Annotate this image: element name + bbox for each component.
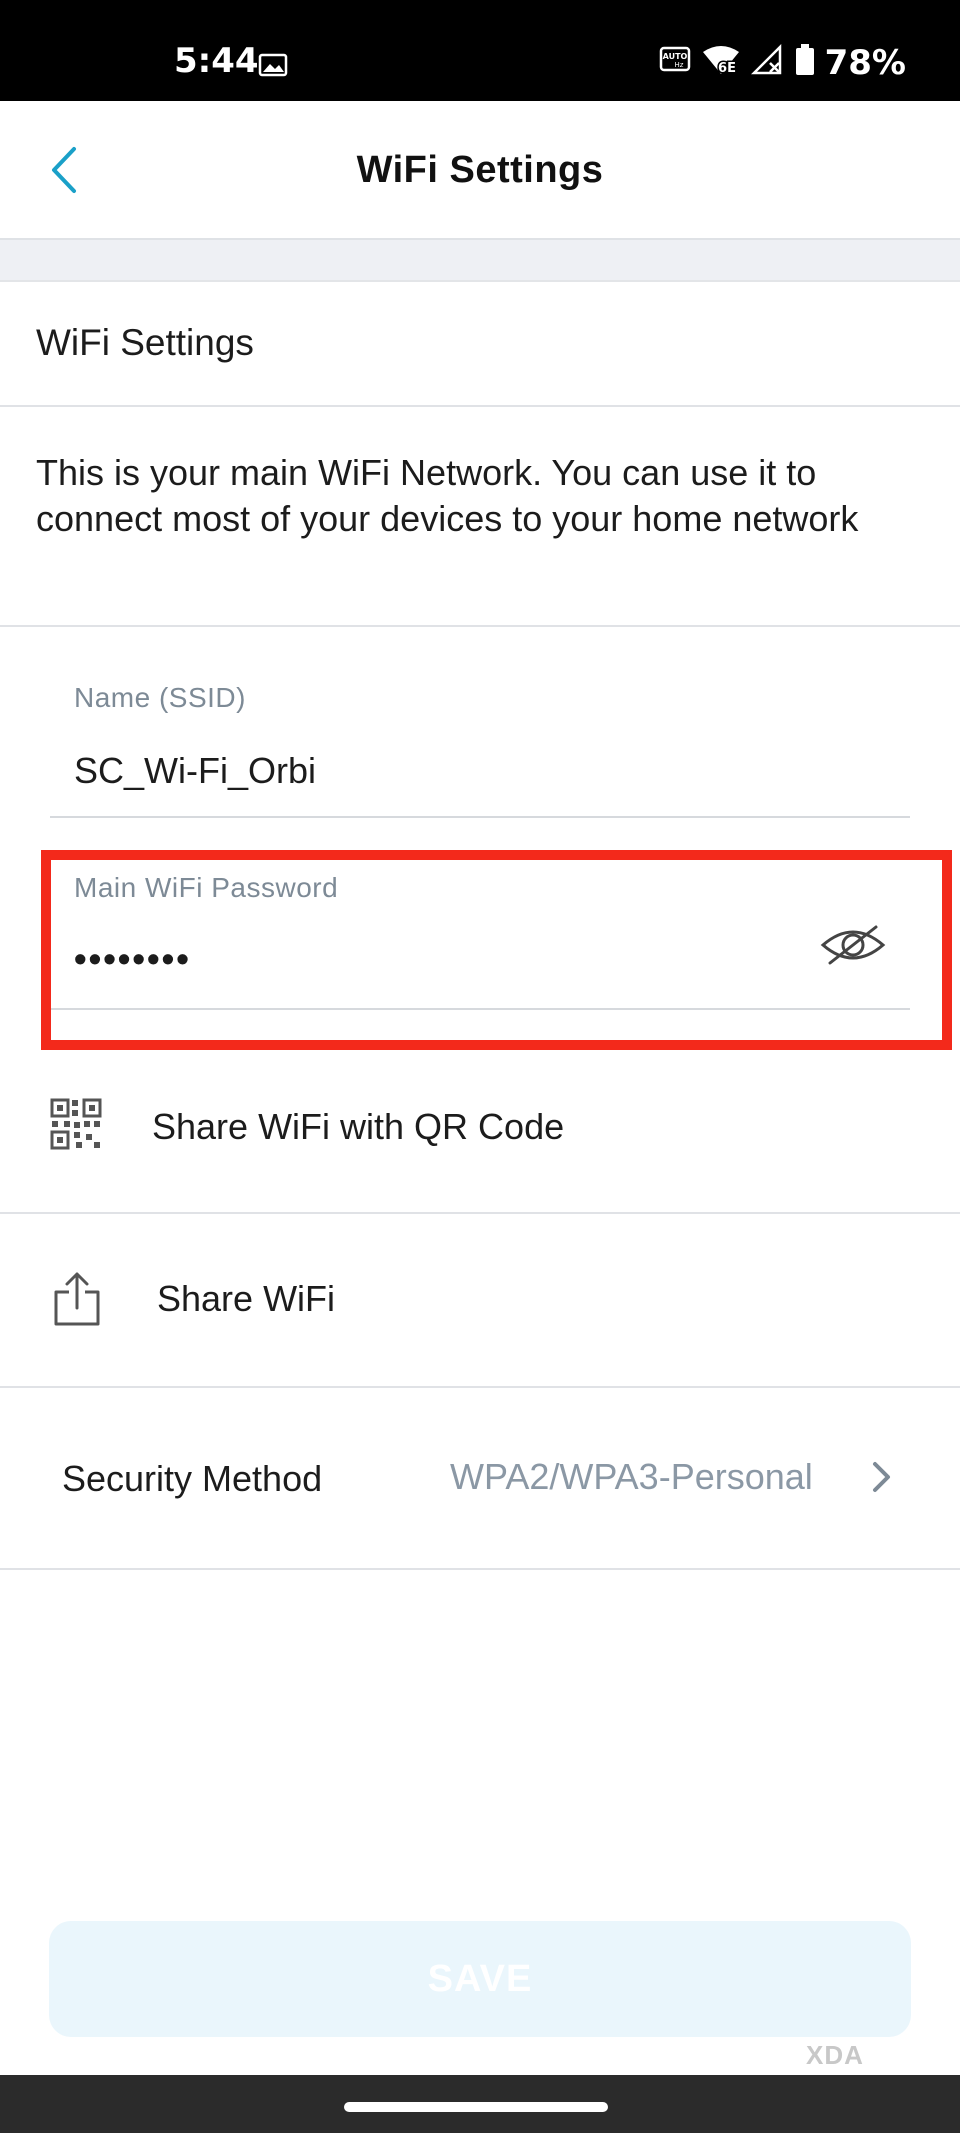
svg-text:Hz: Hz [674,61,683,69]
svg-text:6E: 6E [718,61,736,76]
status-bar: 5:44 AUTO Hz 6E 6E 78% [0,0,960,101]
security-method-value: WPA2/WPA3-Personal [450,1456,813,1497]
image-icon [258,53,288,82]
section-title: WiFi Settings [36,322,254,363]
ssid-field[interactable]: Name (SSID) SC_Wi-Fi_Orbi [50,670,910,820]
header-separator [0,240,960,282]
highlight-annotation [41,850,952,1050]
wifi-6e-icon: 6E 6E [701,44,741,81]
status-time: 5:44 [174,41,259,81]
share-wifi-qr-label: Share WiFi with QR Code [152,1106,565,1147]
security-method-label: Security Method [62,1458,323,1499]
app-bar: WiFi Settings [0,101,960,240]
divider [0,625,960,627]
battery-icon [795,44,815,81]
ssid-label: Name (SSID) [74,682,246,713]
ssid-underline [50,816,910,818]
divider [0,1568,960,1570]
share-wifi-label: Share WiFi [157,1278,336,1319]
ssid-input[interactable]: SC_Wi-Fi_Orbi [74,750,316,792]
share-icon [52,1270,102,1333]
share-wifi-qr-row[interactable]: Share WiFi with QR Code [0,1060,960,1212]
network-description: This is your main WiFi Network. You can … [36,452,859,539]
svg-text:AUTO: AUTO [662,52,687,61]
chevron-right-icon [868,1460,894,1499]
system-nav-bar [0,2075,960,2133]
divider [0,405,960,407]
auto-hz-icon: AUTO Hz [659,45,691,80]
home-gesture-handle[interactable] [344,2102,608,2112]
battery-percent: 78% [824,42,906,83]
status-icons: AUTO Hz 6E 6E 78% [659,42,906,83]
share-wifi-row[interactable]: Share WiFi [0,1214,960,1386]
qr-code-icon [50,1098,102,1155]
page-title: WiFi Settings [356,149,604,191]
watermark: XDA [806,2040,864,2070]
save-button[interactable]: SAVE [49,1921,911,2037]
no-signal-icon [750,43,785,81]
